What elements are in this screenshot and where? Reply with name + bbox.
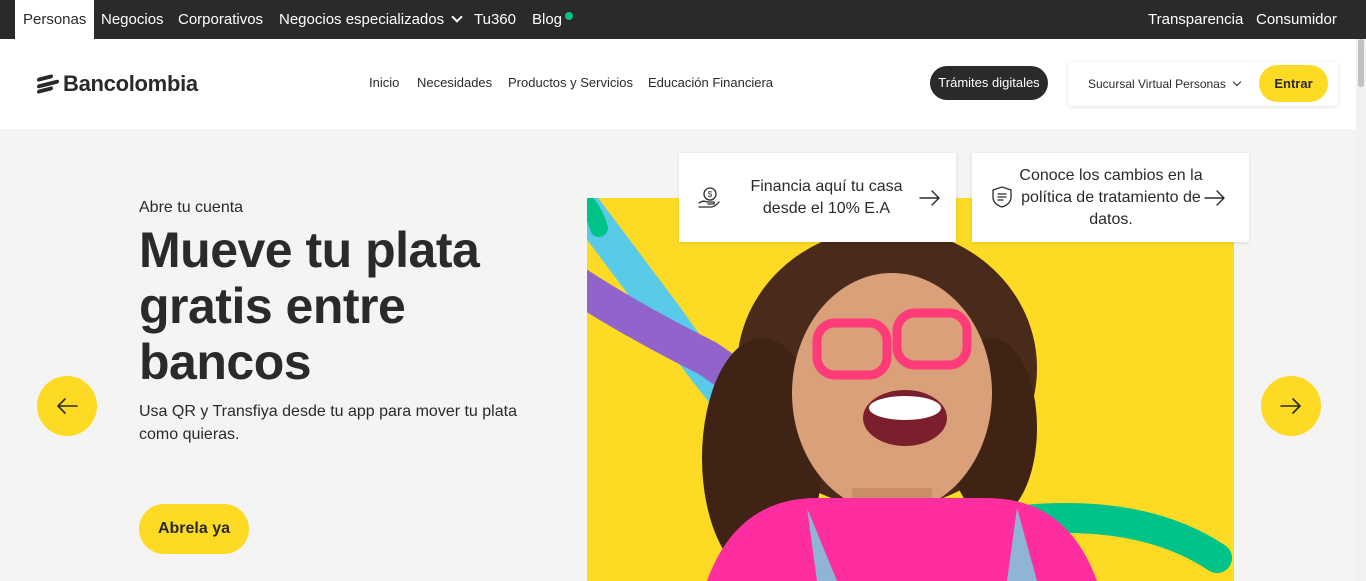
bancolombia-logo[interactable]: Bancolombia xyxy=(37,71,198,96)
info-card-tratamiento-datos[interactable]: Conoce los cambios en la política de tra… xyxy=(972,153,1249,242)
svg-text:$: $ xyxy=(708,190,713,199)
top-navigation-bar: Personas Negocios Corporativos Negocios … xyxy=(0,0,1366,39)
scrollbar-thumb[interactable] xyxy=(1358,39,1364,87)
tramites-digitales-button[interactable]: Trámites digitales xyxy=(930,66,1048,100)
hero-image xyxy=(587,198,1234,581)
arrow-right-icon xyxy=(919,190,940,206)
nav-productos-servicios[interactable]: Productos y Servicios xyxy=(508,75,633,90)
arrow-right-icon xyxy=(1280,398,1301,414)
arrow-right-icon xyxy=(1204,190,1225,206)
card-datos-line-2: política de tratamiento de xyxy=(1021,189,1201,206)
link-consumidor[interactable]: Consumidor xyxy=(1256,0,1337,39)
carousel-prev-button[interactable] xyxy=(37,376,97,436)
logo-text: Bancolombia xyxy=(63,71,198,96)
info-card-financia-casa[interactable]: $ Financia aquí tu casa desde el 10% E.A xyxy=(679,153,956,242)
sucursal-select-label: Sucursal Virtual Personas xyxy=(1088,77,1226,91)
tab-negocios[interactable]: Negocios xyxy=(101,0,164,39)
card-datos-text: Conoce los cambios en la política de tra… xyxy=(1016,165,1206,231)
nav-inicio[interactable]: Inicio xyxy=(369,75,399,90)
sucursal-select[interactable]: Sucursal Virtual Personas xyxy=(1088,77,1242,91)
card-datos-line-3: datos. xyxy=(1089,211,1133,228)
chevron-down-icon xyxy=(1232,77,1242,87)
chevron-down-icon xyxy=(451,11,463,23)
abrela-ya-button[interactable]: Abrela ya xyxy=(139,504,249,554)
tab-tu360[interactable]: Tu360 xyxy=(474,0,516,39)
page-scrollbar[interactable] xyxy=(1356,39,1366,581)
login-panel: Sucursal Virtual Personas Entrar xyxy=(1068,62,1338,106)
hero-headline: Mueve tu plata gratis entre bancos xyxy=(139,222,480,390)
hero-description: Usa QR y Transfiya desde tu app para mov… xyxy=(139,403,517,443)
carousel-next-button[interactable] xyxy=(1261,376,1321,436)
main-header: Bancolombia Inicio Necesidades Productos… xyxy=(0,39,1366,129)
tab-corporativos[interactable]: Corporativos xyxy=(178,0,263,39)
hero-eyebrow: Abre tu cuenta xyxy=(139,199,244,216)
tab-blog[interactable]: Blog xyxy=(532,0,562,39)
arrow-left-icon xyxy=(57,398,78,414)
tab-personas[interactable]: Personas xyxy=(15,0,95,39)
card-financia-line-1: Financia aquí tu casa xyxy=(750,178,903,195)
house-money-icon: $ xyxy=(698,187,720,208)
shield-document-icon xyxy=(992,186,1012,208)
bancolombia-logo-mark-icon xyxy=(37,74,59,94)
nav-necesidades[interactable]: Necesidades xyxy=(417,75,492,90)
entrar-button[interactable]: Entrar xyxy=(1259,65,1328,102)
hero-photo-illustration xyxy=(587,198,1232,581)
nav-educacion-financiera[interactable]: Educación Financiera xyxy=(648,75,773,90)
card-financia-line-2: desde el 10% E.A xyxy=(762,200,891,217)
tab-negocios-especializados-label: Negocios especializados xyxy=(279,11,445,28)
card-financia-text: Financia aquí tu casa desde el 10% E.A xyxy=(729,176,924,220)
new-indicator-dot xyxy=(565,12,573,20)
tab-negocios-especializados[interactable]: Negocios especializados xyxy=(279,0,463,39)
card-datos-line-1: Conoce los cambios en la xyxy=(1019,167,1203,184)
link-transparencia[interactable]: Transparencia xyxy=(1148,0,1243,39)
